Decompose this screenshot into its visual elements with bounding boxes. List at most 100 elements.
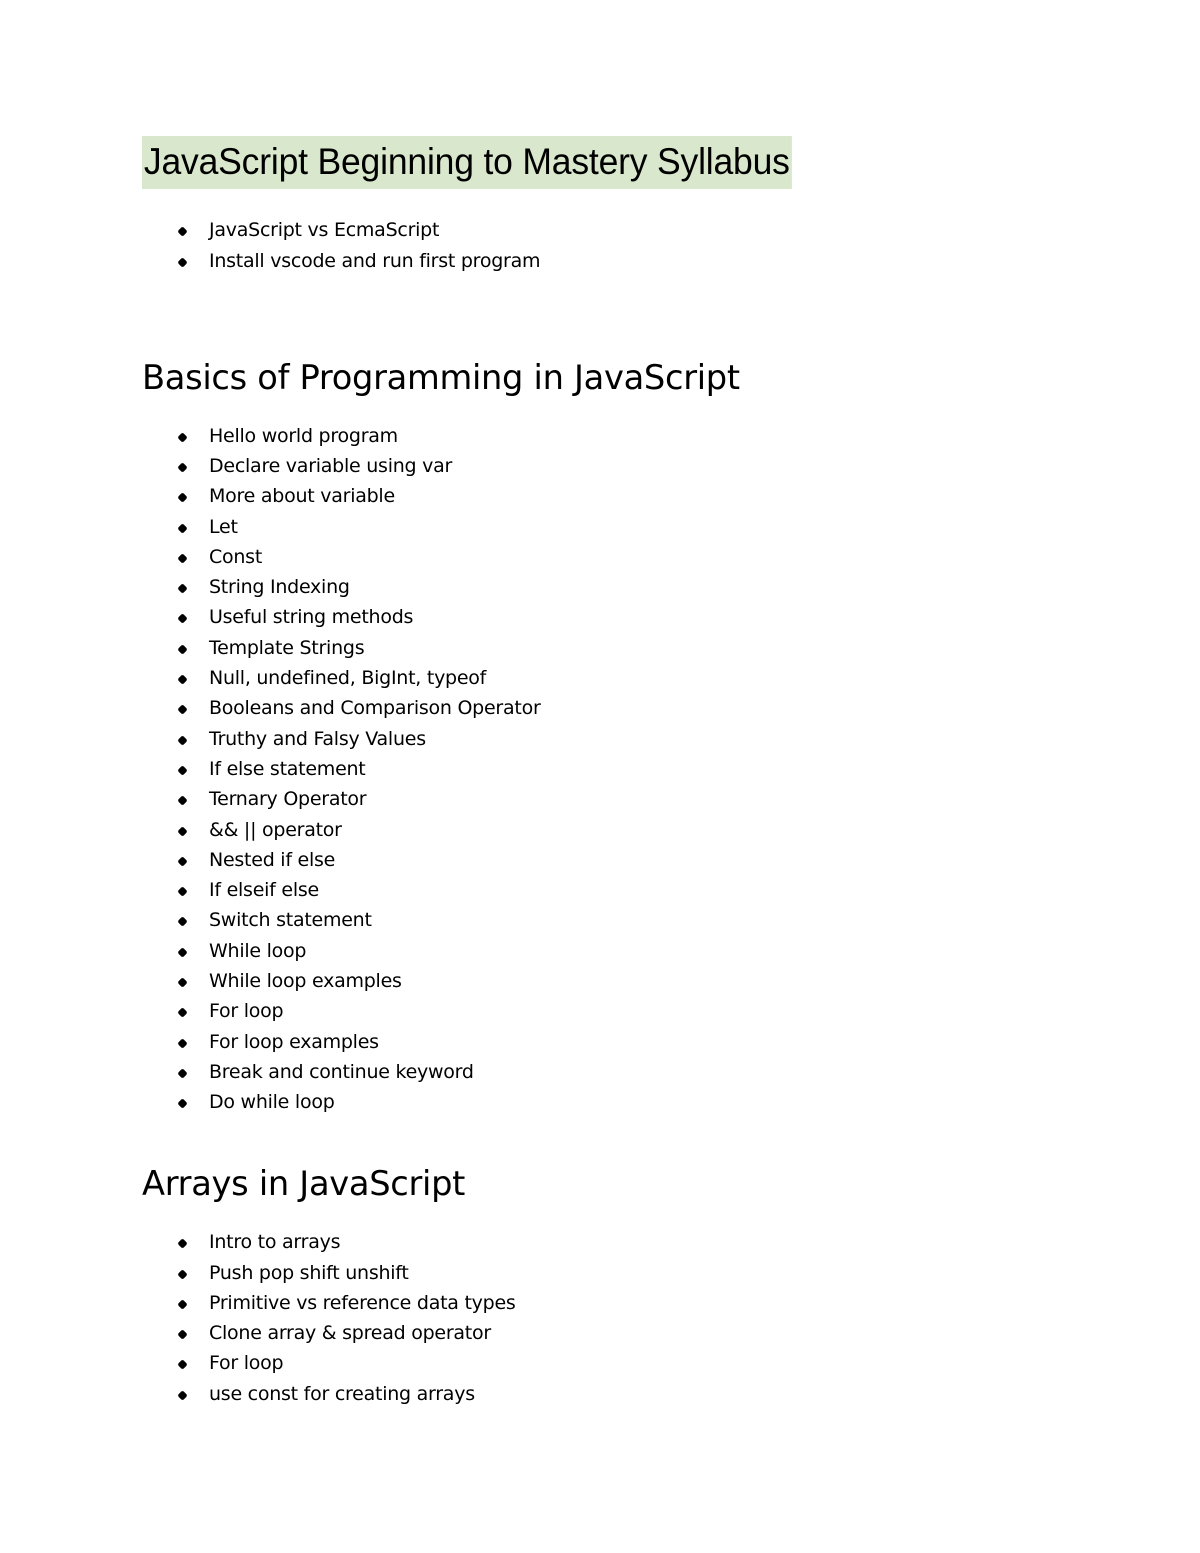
bullet-icon (179, 451, 188, 481)
list-item: Install vscode and run first program (142, 246, 1042, 276)
bullet-icon (179, 996, 188, 1026)
bullet-icon (179, 246, 188, 276)
bullet-icon (179, 572, 188, 602)
list-item: && || operator (142, 815, 1042, 845)
bullet-icon (179, 966, 188, 996)
bullet-icon (179, 602, 188, 632)
list-item: String Indexing (142, 572, 1042, 602)
bullet-icon (179, 542, 188, 572)
spacer-after-intro-list (142, 276, 1042, 358)
list-item: Push pop shift unshift (142, 1258, 1042, 1288)
bullet-icon (179, 1318, 188, 1348)
bullet-icon (179, 1379, 188, 1409)
list-item: Declare variable using var (142, 451, 1042, 481)
list-item: For loop (142, 996, 1042, 1026)
list-item-label: Declare variable using var (209, 454, 453, 477)
list-item-label: While loop (209, 939, 307, 962)
list-item-label: use const for creating arrays (209, 1382, 475, 1405)
list-item-label: Install vscode and run first program (209, 249, 541, 272)
bullet-icon (179, 512, 188, 542)
list-item: Template Strings (142, 633, 1042, 663)
list-item-label: Break and continue keyword (209, 1060, 474, 1083)
bullet-icon (179, 1027, 188, 1057)
bullet-icon (179, 1288, 188, 1318)
spacer-after-title (142, 189, 1042, 215)
list-item-label: Useful string methods (209, 606, 414, 629)
list-item-label: Template Strings (209, 636, 365, 659)
list-item-label: Clone array & spread operator (209, 1322, 491, 1345)
intro-topic-list: JavaScript vs EcmaScript Install vscode … (142, 215, 1042, 276)
list-item: Clone array & spread operator (142, 1318, 1042, 1348)
list-item-label: Switch statement (209, 909, 372, 932)
list-item-label: Intro to arrays (209, 1231, 341, 1254)
bullet-icon (179, 1227, 188, 1257)
spacer-after-heading-arrays (142, 1205, 1042, 1227)
list-item: Break and continue keyword (142, 1057, 1042, 1087)
list-item-label: Nested if else (209, 848, 336, 871)
list-item: More about variable (142, 481, 1042, 511)
list-item-label: Booleans and Comparison Operator (209, 697, 541, 720)
list-item: Truthy and Falsy Values (142, 724, 1042, 754)
list-item: Const (142, 542, 1042, 572)
list-item-label: For loop (209, 1000, 284, 1023)
bullet-icon (179, 1087, 188, 1117)
bullet-icon (179, 421, 188, 451)
list-item: Primitive vs reference data types (142, 1288, 1042, 1318)
list-item: While loop (142, 936, 1042, 966)
list-item-label: For loop examples (209, 1030, 379, 1053)
list-item: For loop examples (142, 1027, 1042, 1057)
list-item-label: Do while loop (209, 1091, 335, 1114)
list-item: JavaScript vs EcmaScript (142, 215, 1042, 245)
arrays-topic-list: Intro to arrays Push pop shift unshift P… (142, 1227, 1042, 1409)
list-item-label: Ternary Operator (209, 788, 367, 811)
bullet-icon (179, 693, 188, 723)
bullet-icon (179, 845, 188, 875)
list-item-label: JavaScript vs EcmaScript (209, 219, 440, 242)
list-item-label: String Indexing (209, 576, 350, 599)
list-item: While loop examples (142, 966, 1042, 996)
list-item: Switch statement (142, 905, 1042, 935)
section-heading-arrays: Arrays in JavaScript (142, 1164, 466, 1205)
list-item: For loop (142, 1348, 1042, 1378)
bullet-icon (179, 1348, 188, 1378)
bullet-icon (179, 754, 188, 784)
list-item: Do while loop (142, 1087, 1042, 1117)
bullet-icon (179, 936, 188, 966)
list-item-label: Null, undefined, BigInt, typeof (209, 667, 487, 690)
basics-topic-list: Hello world program Declare variable usi… (142, 421, 1042, 1118)
list-item: Nested if else (142, 845, 1042, 875)
list-item-label: If elseif else (209, 879, 319, 902)
list-item-label: && || operator (209, 818, 342, 841)
list-item: Hello world program (142, 421, 1042, 451)
bullet-icon (179, 481, 188, 511)
bullet-icon (179, 1258, 188, 1288)
list-item-label: Const (209, 545, 263, 568)
list-item: Null, undefined, BigInt, typeof (142, 663, 1042, 693)
spacer-after-heading-basics (142, 399, 1042, 421)
document-content: JavaScript Beginning to Mastery Syllabus… (142, 136, 1042, 1409)
section-heading-basics: Basics of Programming in JavaScript (142, 357, 740, 398)
list-item-label: Truthy and Falsy Values (209, 727, 426, 750)
list-item-label: Let (209, 515, 238, 538)
bullet-icon (179, 905, 188, 935)
list-item-label: For loop (209, 1352, 284, 1375)
document-page: JavaScript Beginning to Mastery Syllabus… (0, 0, 1200, 1553)
list-item-label: More about variable (209, 485, 395, 508)
bullet-icon (179, 633, 188, 663)
list-item-label: If else statement (209, 757, 366, 780)
list-item: Booleans and Comparison Operator (142, 693, 1042, 723)
bullet-icon (179, 875, 188, 905)
spacer-after-basics-list (142, 1117, 1042, 1164)
list-item-label: While loop examples (209, 969, 402, 992)
list-item-label: Hello world program (209, 424, 398, 447)
list-item: Ternary Operator (142, 784, 1042, 814)
list-item: use const for creating arrays (142, 1379, 1042, 1409)
list-item: Useful string methods (142, 602, 1042, 632)
list-item: If elseif else (142, 875, 1042, 905)
bullet-icon (179, 215, 188, 245)
bullet-icon (179, 1057, 188, 1087)
bullet-icon (179, 784, 188, 814)
page-title: JavaScript Beginning to Mastery Syllabus (142, 136, 792, 190)
list-item-label: Primitive vs reference data types (209, 1291, 516, 1314)
bullet-icon (179, 663, 188, 693)
